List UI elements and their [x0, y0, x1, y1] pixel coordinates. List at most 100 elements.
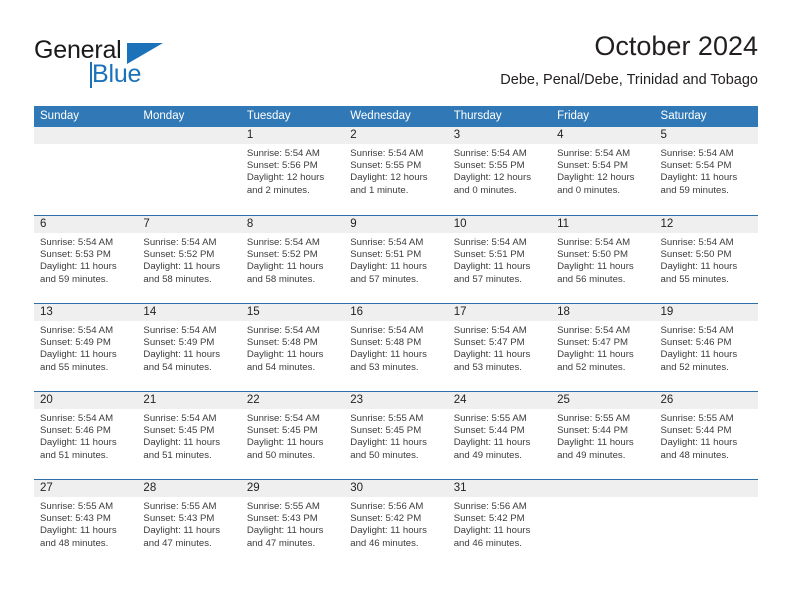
day-number: 19: [660, 306, 674, 318]
calendar-day-cell-7[interactable]: 7 Sunrise: 5:54 AM Sunset: 5:52 PM Daylight…: [137, 216, 240, 303]
weekday-header-tuesday: Tuesday: [246, 110, 291, 122]
calendar-day-cell-24[interactable]: 24 Sunrise: 5:55 AM Sunset: 5:44 PM Dayligh…: [448, 392, 551, 479]
day-number: 22: [246, 394, 260, 406]
daylight-text-line2: and 56 minutes.: [557, 273, 626, 285]
calendar-day-cell-10[interactable]: 10 Sunrise: 5:54 AM Sunset: 5:51 PM Dayligh…: [448, 216, 551, 303]
calendar-day-cell-18[interactable]: 18 Sunrise: 5:54 AM Sunset: 5:47 PM Dayligh…: [551, 304, 654, 391]
weekday-header-saturday: Saturday: [660, 110, 707, 122]
calendar-day-cell-1[interactable]: 1 Sunrise: 5:54 AM Sunset: 5:56 PM Daylight…: [241, 127, 344, 215]
calendar-day-cell-4[interactable]: 4 Sunrise: 5:54 AM Sunset: 5:54 PM Daylight…: [551, 127, 654, 215]
day-number: [661, 480, 755, 497]
sunset-text: Sunset: 5:42 PM: [453, 513, 525, 525]
day-sun-info: Sunrise: 5:54 AM Sunset: 5:55 PM Daylight:…: [350, 148, 444, 197]
calendar-page: General Blue October 2024 Debe, Penal/De…: [0, 0, 792, 612]
day-sun-info: Sunrise: 5:56 AM Sunset: 5:42 PM Daylight:…: [454, 501, 548, 550]
daylight-text-line1: Daylight: 11 hours: [557, 437, 634, 449]
daylight-text-line1: Daylight: 11 hours: [143, 525, 221, 537]
daylight-text-line2: and 57 minutes.: [453, 273, 522, 285]
daylight-text-line2: and 59 minutes.: [660, 184, 729, 196]
daylight-text-line2: and 50 minutes.: [246, 449, 316, 461]
sunset-text: Sunset: 5:42 PM: [350, 513, 422, 525]
sunrise-text: Sunrise: 5:54 AM: [557, 237, 631, 248]
day-sun-info: Sunrise: 5:54 AM Sunset: 5:46 PM Daylight:…: [40, 413, 134, 462]
calendar-day-cell-17[interactable]: 17 Sunrise: 5:54 AM Sunset: 5:47 PM Dayligh…: [448, 304, 551, 391]
day-number: 14: [143, 306, 157, 318]
daylight-text-line1: Daylight: 12 hours: [453, 172, 532, 184]
day-number: 12: [660, 218, 674, 230]
sunrise-text: Sunrise: 5:55 AM: [660, 413, 734, 424]
daylight-text-line2: and 55 minutes.: [660, 273, 729, 285]
daylight-text-line2: and 51 minutes.: [40, 449, 109, 461]
calendar-day-cell-11[interactable]: 11 Sunrise: 5:54 AM Sunset: 5:50 PM Dayligh…: [551, 216, 654, 303]
day-number: 4: [557, 129, 564, 141]
general-blue-logo[interactable]: General Blue: [34, 36, 214, 92]
calendar-day-cell-12[interactable]: 12 Sunrise: 5:54 AM Sunset: 5:50 PM Dayligh…: [655, 216, 758, 303]
day-number: 16: [350, 306, 364, 318]
sunrise-text: Sunrise: 5:54 AM: [453, 237, 527, 248]
calendar-day-cell-20[interactable]: 20 Sunrise: 5:54 AM Sunset: 5:46 PM Dayligh…: [34, 392, 137, 479]
day-number: 13: [40, 306, 53, 318]
daylight-text-line2: and 47 minutes.: [143, 537, 212, 549]
calendar-day-cell-8[interactable]: 8 Sunrise: 5:54 AM Sunset: 5:52 PM Daylight…: [241, 216, 344, 303]
calendar-day-cell-16[interactable]: 16 Sunrise: 5:54 AM Sunset: 5:48 PM Dayligh…: [344, 304, 447, 391]
sunrise-text: Sunrise: 5:54 AM: [143, 413, 217, 424]
sunset-text: Sunset: 5:54 PM: [557, 160, 629, 172]
calendar-day-cell-30[interactable]: 30 Sunrise: 5:56 AM Sunset: 5:42 PM Dayligh…: [344, 480, 447, 567]
daylight-text-line1: Daylight: 11 hours: [660, 349, 738, 361]
calendar-day-cell-2[interactable]: 2 Sunrise: 5:54 AM Sunset: 5:55 PM Daylight…: [344, 127, 447, 215]
calendar-day-cell-3[interactable]: 3 Sunrise: 5:54 AM Sunset: 5:55 PM Daylight…: [448, 127, 551, 215]
calendar-day-cell-25[interactable]: 25 Sunrise: 5:55 AM Sunset: 5:44 PM Dayligh…: [551, 392, 654, 479]
daylight-text-line2: and 48 minutes.: [660, 449, 729, 461]
calendar-day-cell-21[interactable]: 21 Sunrise: 5:54 AM Sunset: 5:45 PM Dayligh…: [137, 392, 240, 479]
calendar-day-cell-31[interactable]: 31 Sunrise: 5:56 AM Sunset: 5:42 PM Dayligh…: [448, 480, 551, 567]
calendar-day-cell-26[interactable]: 26 Sunrise: 5:55 AM Sunset: 5:44 PM Dayligh…: [655, 392, 758, 479]
daylight-text-line1: Daylight: 12 hours: [246, 172, 325, 184]
calendar-day-cell-9[interactable]: 9 Sunrise: 5:54 AM Sunset: 5:51 PM Daylight…: [344, 216, 447, 303]
calendar-day-cell-6[interactable]: 6 Sunrise: 5:54 AM Sunset: 5:53 PM Daylight…: [34, 216, 137, 303]
daylight-text-line2: and 57 minutes.: [350, 273, 419, 285]
daylight-text-line1: Daylight: 11 hours: [143, 349, 221, 361]
calendar-day-cell-29[interactable]: 29 Sunrise: 5:55 AM Sunset: 5:43 PM Dayligh…: [241, 480, 344, 567]
sunrise-text: Sunrise: 5:54 AM: [453, 148, 527, 159]
calendar-day-cell-13[interactable]: 13 Sunrise: 5:54 AM Sunset: 5:49 PM Dayligh…: [34, 304, 137, 391]
calendar-day-cell-19[interactable]: 19 Sunrise: 5:54 AM Sunset: 5:46 PM Dayligh…: [655, 304, 758, 391]
sunset-text: Sunset: 5:46 PM: [660, 337, 732, 349]
sunrise-text: Sunrise: 5:54 AM: [143, 237, 217, 248]
calendar-day-cell-22[interactable]: 22 Sunrise: 5:54 AM Sunset: 5:45 PM Dayligh…: [241, 392, 344, 479]
sunset-text: Sunset: 5:51 PM: [350, 249, 422, 261]
calendar-day-cell-27[interactable]: 27 Sunrise: 5:55 AM Sunset: 5:43 PM Dayligh…: [34, 480, 137, 567]
daylight-text-line2: and 1 minute.: [350, 184, 409, 196]
sunset-text: Sunset: 5:43 PM: [246, 513, 318, 525]
day-sun-info: Sunrise: 5:55 AM Sunset: 5:43 PM Daylight:…: [143, 501, 237, 550]
daylight-text-line1: Daylight: 11 hours: [453, 437, 531, 449]
daylight-text-line2: and 46 minutes.: [350, 537, 419, 549]
calendar-day-cell-5[interactable]: 5 Sunrise: 5:54 AM Sunset: 5:54 PM Daylight…: [655, 127, 758, 215]
weekday-header-friday: Friday: [557, 110, 590, 122]
daylight-text-line1: Daylight: 11 hours: [453, 349, 531, 361]
sunrise-text: Sunrise: 5:55 AM: [453, 413, 527, 424]
daylight-text-line1: Daylight: 11 hours: [350, 437, 427, 449]
sunset-text: Sunset: 5:44 PM: [453, 425, 525, 437]
daylight-text-line1: Daylight: 11 hours: [350, 525, 427, 537]
daylight-text-line1: Daylight: 11 hours: [557, 261, 634, 273]
calendar-day-cell-empty: [551, 480, 654, 567]
weekday-header-wednesday: Wednesday: [350, 110, 411, 122]
sunrise-text: Sunrise: 5:55 AM: [246, 501, 320, 512]
sunset-text: Sunset: 5:55 PM: [350, 160, 422, 172]
calendar-day-cell-14[interactable]: 14 Sunrise: 5:54 AM Sunset: 5:49 PM Dayligh…: [137, 304, 240, 391]
calendar-day-cell-23[interactable]: 23 Sunrise: 5:55 AM Sunset: 5:45 PM Dayligh…: [344, 392, 447, 479]
sunrise-text: Sunrise: 5:55 AM: [40, 501, 114, 512]
calendar-day-cell-15[interactable]: 15 Sunrise: 5:54 AM Sunset: 5:48 PM Dayligh…: [241, 304, 344, 391]
sunrise-text: Sunrise: 5:54 AM: [557, 325, 631, 336]
calendar-day-cell-28[interactable]: 28 Sunrise: 5:55 AM Sunset: 5:43 PM Dayligh…: [137, 480, 240, 567]
daylight-text-line1: Daylight: 11 hours: [246, 349, 324, 361]
day-number: 30: [350, 482, 364, 494]
sunset-text: Sunset: 5:56 PM: [246, 160, 318, 172]
day-sun-info: Sunrise: 5:54 AM Sunset: 5:53 PM Daylight:…: [40, 237, 134, 286]
daylight-text-line1: Daylight: 11 hours: [143, 437, 221, 449]
sunset-text: Sunset: 5:45 PM: [246, 425, 318, 437]
day-number: 29: [246, 482, 260, 494]
daylight-text-line1: Daylight: 11 hours: [350, 261, 427, 273]
sunrise-text: Sunrise: 5:54 AM: [557, 148, 631, 159]
calendar-weeks: 1 Sunrise: 5:54 AM Sunset: 5:56 PM Daylight…: [34, 127, 758, 567]
